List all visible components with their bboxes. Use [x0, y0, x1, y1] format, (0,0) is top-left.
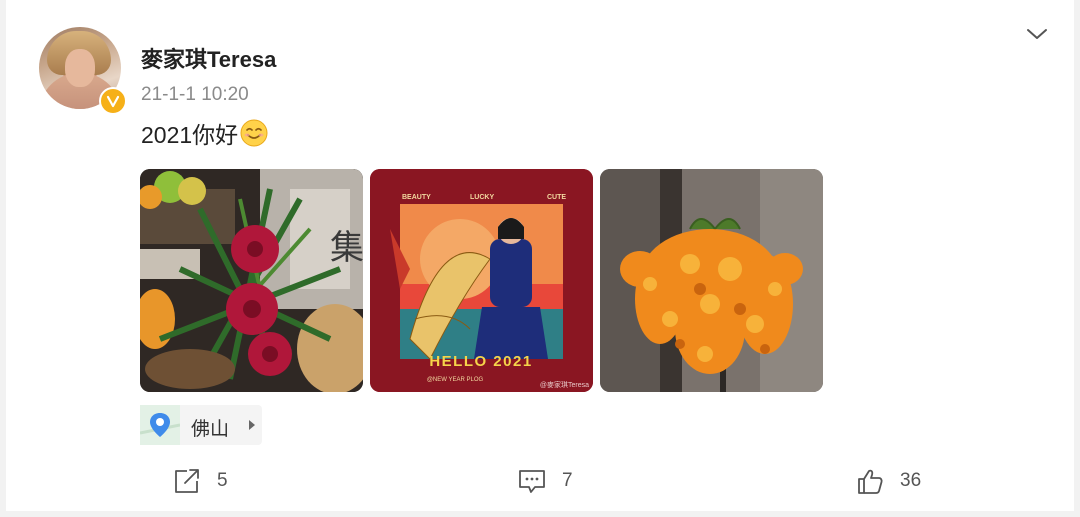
comment-button[interactable]: 7	[518, 466, 573, 496]
poster-subline: @NEW YEAR PLOG	[427, 377, 484, 383]
poster-label-lucky: LUCKY	[470, 194, 494, 201]
post-timestamp: 21-1-1 10:20	[141, 84, 249, 105]
smile-emoji-icon	[240, 119, 268, 147]
comment-icon	[519, 470, 545, 493]
comment-count: 7	[562, 470, 573, 491]
post-text-content: 2021你好	[141, 122, 239, 148]
like-count: 36	[900, 470, 922, 491]
flower-arrangement-photo[interactable]: 集	[140, 169, 363, 392]
thumbs-up-icon	[858, 469, 883, 494]
post-text: 2021你好	[141, 116, 269, 150]
poster-watermark: @麥家琪Teresa	[540, 380, 589, 389]
orange-blossom-photo[interactable]	[600, 169, 823, 392]
poster-label-cute: CUTE	[547, 194, 566, 201]
repost-count: 5	[217, 470, 228, 491]
like-button[interactable]: 36	[856, 466, 921, 496]
repost-button[interactable]: 5	[173, 466, 228, 496]
chevron-down-icon[interactable]	[1025, 22, 1049, 46]
location-map-thumb	[139, 405, 181, 445]
verified-badge-icon	[99, 87, 127, 115]
poster-label-beauty: BEAUTY	[402, 194, 431, 201]
caret-right-icon	[249, 420, 255, 430]
hello-2021-poster[interactable]: BEAUTY LUCKY CUTE HELLO 2021 @NEW YEAR P…	[370, 169, 593, 392]
location-label: 佛山	[191, 419, 230, 440]
location-tag[interactable]: 佛山	[139, 405, 262, 445]
weibo-post-card: 麥家琪Teresa 21-1-1 10:20 2021你好 集 BEAUTY L…	[6, 0, 1074, 511]
location-pin-icon	[139, 405, 181, 445]
poster-headline: HELLO 2021	[429, 353, 532, 370]
username[interactable]: 麥家琪Teresa	[141, 42, 276, 74]
svg-text:集: 集	[330, 228, 363, 268]
share-icon	[175, 469, 199, 493]
